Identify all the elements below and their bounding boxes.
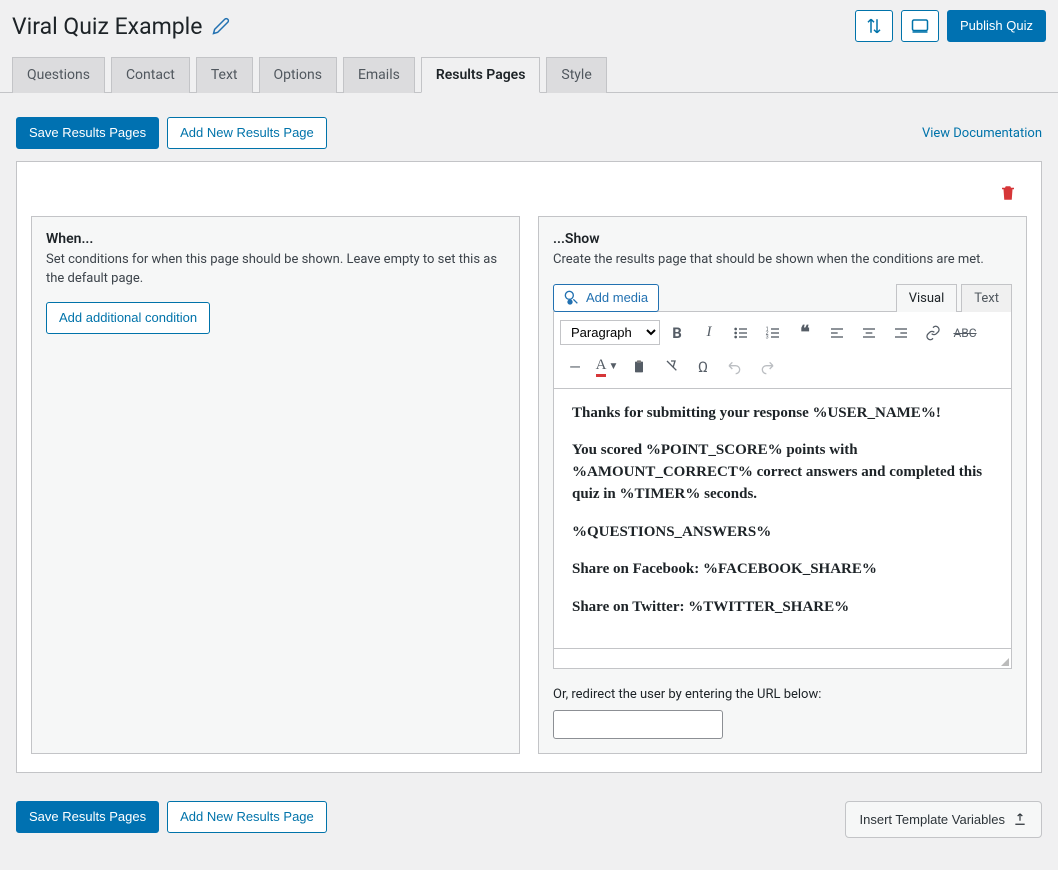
- tab-contact[interactable]: Contact: [111, 57, 190, 93]
- show-panel: ...Show Create the results page that sho…: [538, 216, 1027, 753]
- redirect-url-input[interactable]: [553, 710, 723, 739]
- results-page-card: When... Set conditions for when this pag…: [16, 161, 1042, 772]
- tab-style[interactable]: Style: [546, 57, 606, 93]
- editor-text-tab[interactable]: Text: [961, 284, 1012, 312]
- template-vars-label: Insert Template Variables: [860, 812, 1005, 827]
- blockquote-icon[interactable]: ❝: [790, 318, 820, 348]
- redo-icon[interactable]: [752, 352, 782, 382]
- tab-text[interactable]: Text: [196, 57, 253, 93]
- publish-quiz-button[interactable]: Publish Quiz: [947, 10, 1046, 42]
- undo-icon[interactable]: [720, 352, 750, 382]
- bullet-list-icon[interactable]: [726, 318, 756, 348]
- upload-icon: [1013, 812, 1027, 826]
- save-results-pages-button[interactable]: Save Results Pages: [16, 117, 159, 149]
- clear-formatting-icon[interactable]: [656, 352, 686, 382]
- italic-icon[interactable]: I: [694, 318, 724, 348]
- add-condition-button[interactable]: Add additional condition: [46, 302, 210, 334]
- when-panel: When... Set conditions for when this pag…: [31, 216, 520, 753]
- page-title-text: Viral Quiz Example: [12, 13, 202, 40]
- editor-paragraph: Share on Facebook: %FACEBOOK_SHARE%: [572, 559, 993, 581]
- text-color-icon[interactable]: A▼: [592, 352, 622, 382]
- edit-title-icon[interactable]: [212, 17, 230, 35]
- view-documentation-link[interactable]: View Documentation: [922, 126, 1042, 141]
- show-title: ...Show: [553, 231, 1012, 247]
- editor-paragraph: You scored %POINT_SCORE% points with %AM…: [572, 440, 993, 505]
- editor-paragraph: Thanks for submitting your response %USE…: [572, 403, 993, 425]
- preview-icon-button[interactable]: [901, 10, 939, 42]
- show-desc: Create the results page that should be s…: [553, 251, 1012, 269]
- when-desc: Set conditions for when this page should…: [46, 251, 505, 287]
- tab-emails[interactable]: Emails: [343, 57, 415, 93]
- strikethrough-icon[interactable]: ABC: [950, 318, 980, 348]
- editor-paragraph: %QUESTIONS_ANSWERS%: [572, 522, 993, 544]
- add-new-results-page-button-bottom[interactable]: Add New Results Page: [167, 801, 327, 833]
- camera-music-icon: [564, 290, 580, 306]
- reorder-icon-button[interactable]: [855, 10, 893, 42]
- delete-icon[interactable]: [999, 184, 1017, 202]
- add-media-button[interactable]: Add media: [553, 284, 659, 312]
- tab-options[interactable]: Options: [259, 57, 337, 93]
- when-title: When...: [46, 231, 505, 247]
- svg-text:3: 3: [766, 334, 769, 340]
- tab-results-pages[interactable]: Results Pages: [421, 57, 541, 93]
- editor-paragraph: Share on Twitter: %TWITTER_SHARE%: [572, 597, 993, 619]
- tab-questions[interactable]: Questions: [12, 57, 105, 93]
- editor-content[interactable]: Thanks for submitting your response %USE…: [553, 389, 1012, 649]
- save-results-pages-button-bottom[interactable]: Save Results Pages: [16, 801, 159, 833]
- bold-icon[interactable]: B: [662, 318, 692, 348]
- paste-icon[interactable]: [624, 352, 654, 382]
- align-center-icon[interactable]: [854, 318, 884, 348]
- format-select[interactable]: Paragraph: [560, 320, 660, 345]
- editor-toolbar: Paragraph B I 123 ❝: [553, 311, 1012, 389]
- align-left-icon[interactable]: [822, 318, 852, 348]
- numbered-list-icon[interactable]: 123: [758, 318, 788, 348]
- editor-visual-tab[interactable]: Visual: [896, 284, 958, 312]
- align-right-icon[interactable]: [886, 318, 916, 348]
- page-title: Viral Quiz Example: [12, 13, 230, 40]
- add-media-label: Add media: [586, 290, 648, 305]
- insert-template-variables-button[interactable]: Insert Template Variables: [845, 801, 1042, 838]
- add-new-results-page-button[interactable]: Add New Results Page: [167, 117, 327, 149]
- tabs-bar: Questions Contact Text Options Emails Re…: [0, 56, 1058, 93]
- link-icon[interactable]: [918, 318, 948, 348]
- redirect-label: Or, redirect the user by entering the UR…: [553, 687, 1012, 702]
- editor-status-bar[interactable]: [553, 649, 1012, 669]
- special-character-icon[interactable]: Ω: [688, 352, 718, 382]
- horizontal-rule-icon[interactable]: —: [560, 352, 590, 382]
- header-buttons: Publish Quiz: [855, 10, 1046, 42]
